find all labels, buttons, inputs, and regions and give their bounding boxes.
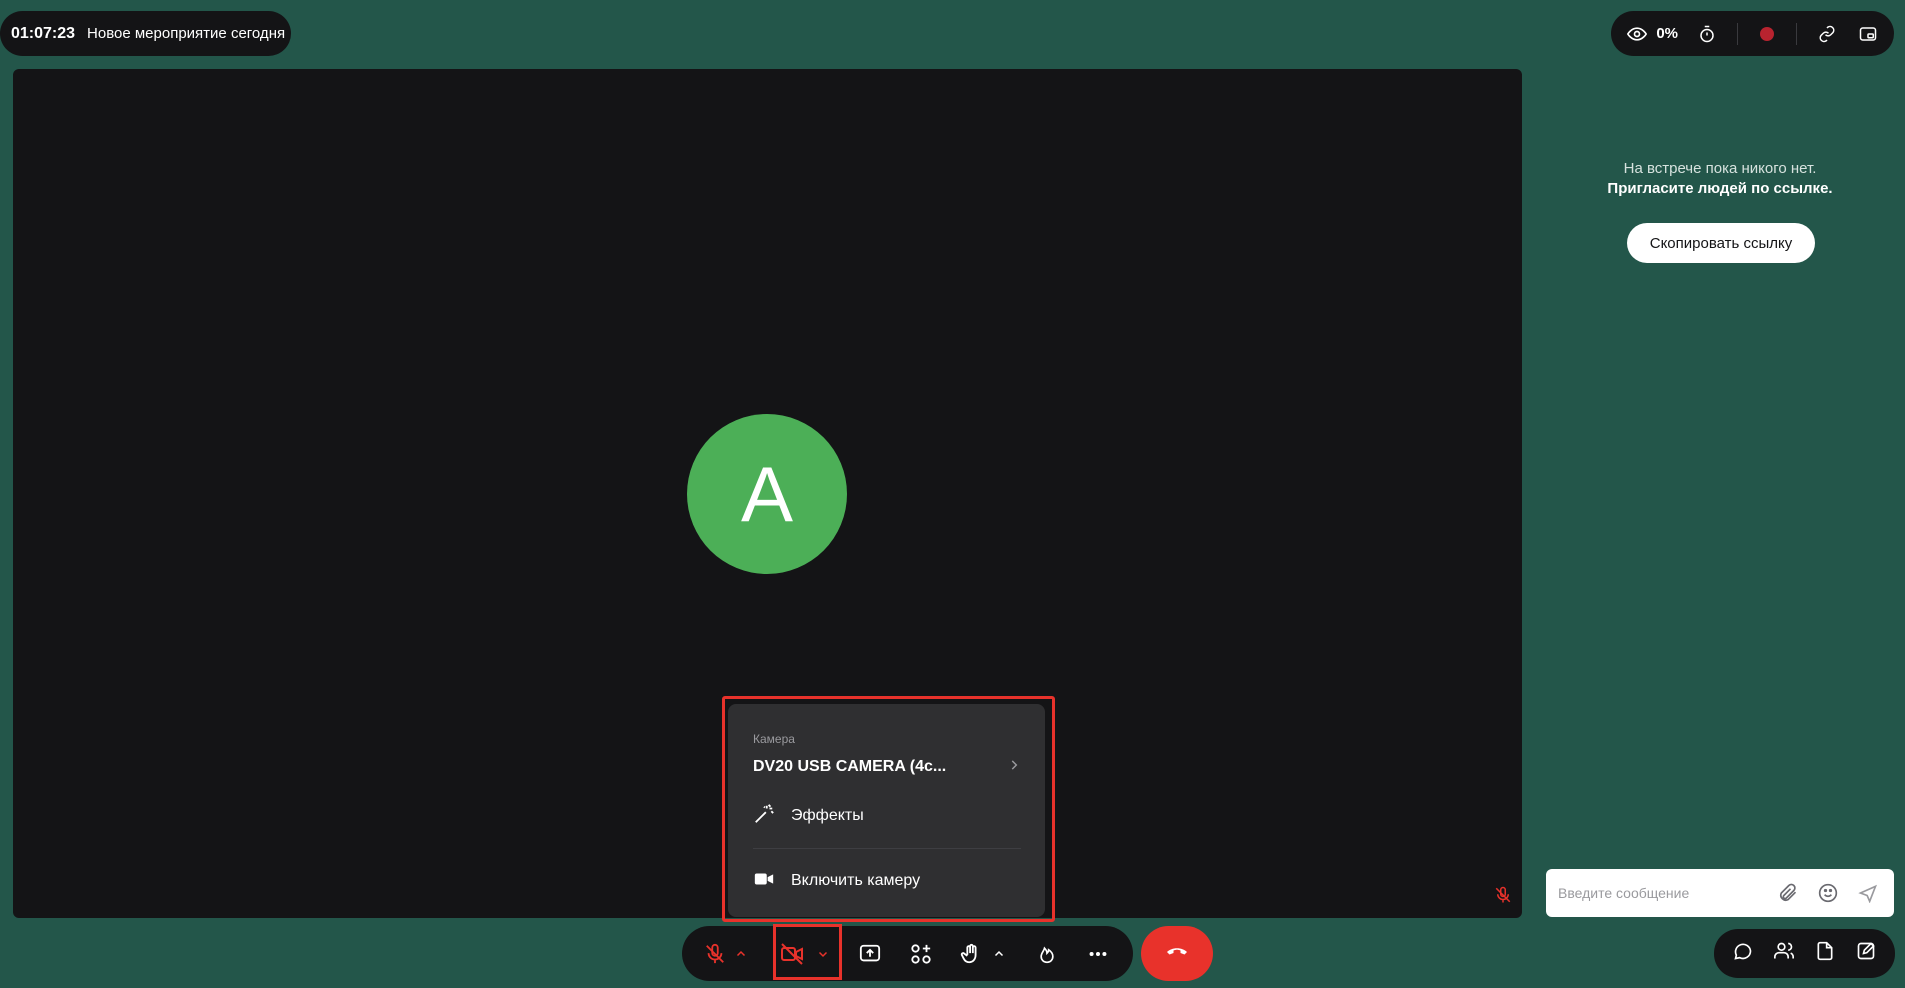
files-icon[interactable] [1815, 941, 1835, 966]
effects-label: Эффекты [791, 807, 864, 824]
hangup-icon [1165, 939, 1189, 968]
empty-message-line1: На встрече пока никого нет. [1623, 160, 1817, 177]
share-screen-icon[interactable] [849, 932, 890, 976]
camera-device-select[interactable]: DV20 USB CAMERA (4c... [753, 754, 1021, 780]
menu-divider [753, 848, 1021, 849]
chat-icon[interactable] [1733, 941, 1753, 966]
call-toolbar [682, 926, 1133, 981]
chat-input-box [1546, 869, 1894, 917]
meeting-timer: 01:07:23 [11, 24, 76, 42]
link-icon[interactable] [1815, 22, 1839, 46]
divider [1796, 22, 1798, 45]
enable-camera-menu-item[interactable]: Включить камеру [753, 861, 1021, 901]
participants-icon[interactable] [1773, 941, 1794, 966]
camera-caption: Камера [753, 732, 795, 746]
empty-message-line2: Пригласите людей по ссылке. [1607, 180, 1833, 197]
magic-wand-icon [753, 803, 775, 830]
empty-meeting-message: На встрече пока никого нет. Пригласите л… [1560, 159, 1880, 199]
more-icon[interactable] [1078, 932, 1119, 976]
message-input[interactable] [1558, 885, 1762, 901]
divider [1736, 22, 1738, 45]
mic-muted-indicator-icon [1494, 886, 1512, 904]
effects-menu-item[interactable]: Эффекты [753, 796, 1021, 836]
notes-icon[interactable] [1856, 941, 1876, 966]
camera-button-highlight [773, 924, 842, 980]
attach-icon[interactable] [1774, 879, 1802, 907]
send-icon[interactable] [1854, 879, 1882, 907]
chevron-right-icon [1007, 758, 1021, 777]
enable-camera-label: Включить камеру [791, 872, 921, 889]
panel-toggles [1714, 929, 1895, 978]
emoji-icon[interactable] [1814, 879, 1842, 907]
status-bar: 0% [1611, 11, 1894, 56]
eye-icon[interactable] [1625, 22, 1649, 46]
meeting-title: Новое мероприятие сегодня [87, 25, 286, 42]
record-icon[interactable] [1755, 22, 1779, 46]
meeting-info[interactable]: 01:07:23 Новое мероприятие сегодня [0, 11, 291, 56]
chevron-up-icon[interactable] [989, 932, 1008, 976]
copy-link-button[interactable]: Скопировать ссылку [1627, 223, 1815, 263]
mic-off-icon[interactable] [698, 932, 732, 976]
visibility-percent: 0% [1656, 25, 1679, 42]
pip-icon[interactable] [1856, 22, 1880, 46]
chevron-up-icon[interactable] [732, 932, 751, 976]
timer-icon[interactable] [1695, 22, 1719, 46]
participant-avatar: A [687, 414, 847, 574]
camera-device-label: DV20 USB CAMERA (4c... [753, 758, 947, 775]
camera-menu: Камера DV20 USB CAMERA (4c... Эффекты Вк… [728, 704, 1045, 917]
video-camera-icon [753, 868, 775, 895]
apps-icon[interactable] [900, 932, 941, 976]
reaction-icon[interactable] [1026, 932, 1067, 976]
raise-hand-icon[interactable] [952, 932, 990, 976]
hangup-button[interactable] [1141, 926, 1213, 981]
